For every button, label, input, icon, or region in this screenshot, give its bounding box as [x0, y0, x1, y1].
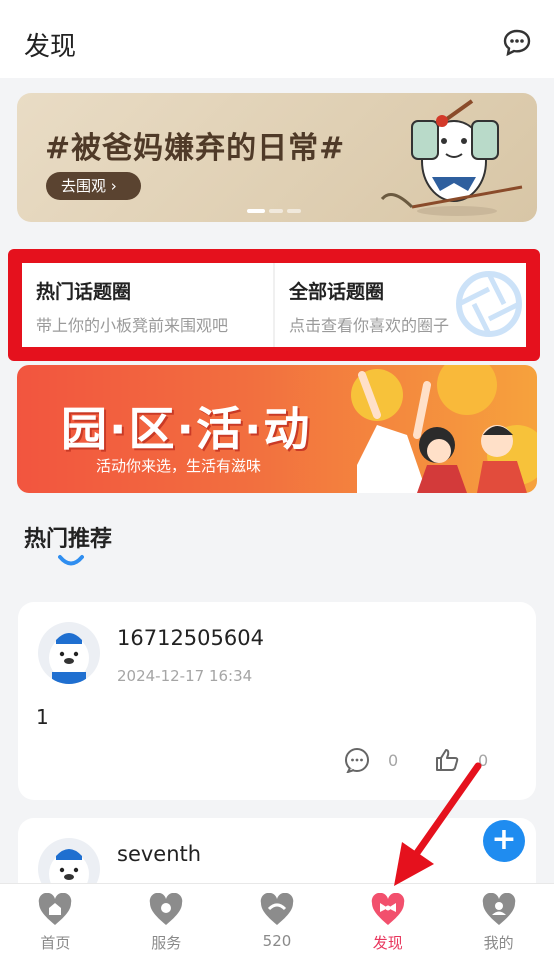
add-post-button[interactable]: + — [483, 820, 525, 862]
aperture-icon — [456, 271, 522, 337]
carousel-dot — [269, 209, 283, 213]
topic-circles: 热门话题圈 带上你的小板凳前来围观吧 全部话题圈 点击查看你喜欢的圈子 — [22, 263, 526, 347]
post-timestamp: 2024-12-17 16:34 — [117, 667, 253, 685]
post-card[interactable]: 16712505604 2024-12-17 16:34 1 0 0 — [18, 602, 536, 800]
all-topic-circle-card[interactable]: 全部话题圈 点击查看你喜欢的圈子 — [273, 263, 526, 347]
hot-topic-title: 热门话题圈 — [36, 281, 132, 303]
carousel-dot — [287, 209, 301, 213]
banner-topic-carousel[interactable]: #被爸妈嫌弃的日常# 去围观 › — [17, 93, 537, 222]
go-watch-button[interactable]: 去围观 › — [46, 172, 141, 200]
tab-520[interactable]: 520 — [222, 884, 333, 958]
tab-home[interactable]: 首页 — [0, 884, 111, 958]
tab-service[interactable]: 服务 — [111, 884, 222, 958]
hands-heart-icon — [260, 893, 294, 925]
carousel-indicator — [247, 209, 301, 213]
comment-button[interactable]: 0 — [344, 747, 398, 773]
tab-label: 发现 — [372, 934, 403, 952]
chat-bubble-icon[interactable] — [502, 28, 532, 58]
service-heart-icon — [149, 893, 183, 925]
activity-banner-subtitle: 活动你来选，生活有滋味 — [96, 457, 262, 475]
hot-topic-circle-card[interactable]: 热门话题圈 带上你的小板凳前来围观吧 — [22, 263, 273, 347]
topic-circles-highlight: 热门话题圈 带上你的小板凳前来围观吧 全部话题圈 点击查看你喜欢的圈子 — [8, 249, 540, 361]
tab-discover[interactable]: 发现 — [332, 884, 443, 958]
activity-banner-title: 园·区·活·动 — [61, 402, 312, 456]
tab-label: 我的 — [483, 934, 514, 952]
hot-topic-subtitle: 带上你的小板凳前来围观吧 — [36, 316, 229, 335]
home-heart-icon — [39, 893, 72, 925]
like-count: 0 — [478, 750, 489, 770]
banner-title: #被爸妈嫌弃的日常# — [45, 131, 346, 166]
section-underline-mark — [58, 555, 84, 566]
profile-heart-icon — [482, 893, 515, 925]
comment-count: 0 — [388, 750, 399, 770]
banner-park-activity[interactable]: 园·区·活·动 活动你来选，生活有滋味 — [17, 365, 537, 493]
page-title: 发现 — [24, 32, 77, 62]
bottom-tab-bar: 首页 服务 520 发现 我的 — [0, 883, 554, 958]
post-username: 16712505604 — [117, 626, 264, 650]
tab-label: 服务 — [151, 934, 182, 952]
comment-icon — [345, 748, 369, 773]
seal-mascot-illustration — [380, 99, 523, 216]
tab-label: 首页 — [40, 934, 71, 952]
carousel-dot — [247, 209, 265, 213]
bow-heart-icon — [371, 893, 405, 925]
thumbs-up-icon — [436, 749, 459, 771]
tab-label: 520 — [262, 932, 292, 950]
header-bar: 发现 — [0, 0, 554, 78]
like-button[interactable]: 0 — [434, 747, 488, 773]
avatar[interactable] — [38, 622, 100, 684]
cheering-people-illustration — [351, 365, 537, 493]
tab-mine[interactable]: 我的 — [443, 884, 554, 958]
section-title: 热门推荐 — [24, 527, 113, 552]
post-content: 1 — [36, 705, 49, 729]
post-username: seventh — [117, 842, 202, 866]
